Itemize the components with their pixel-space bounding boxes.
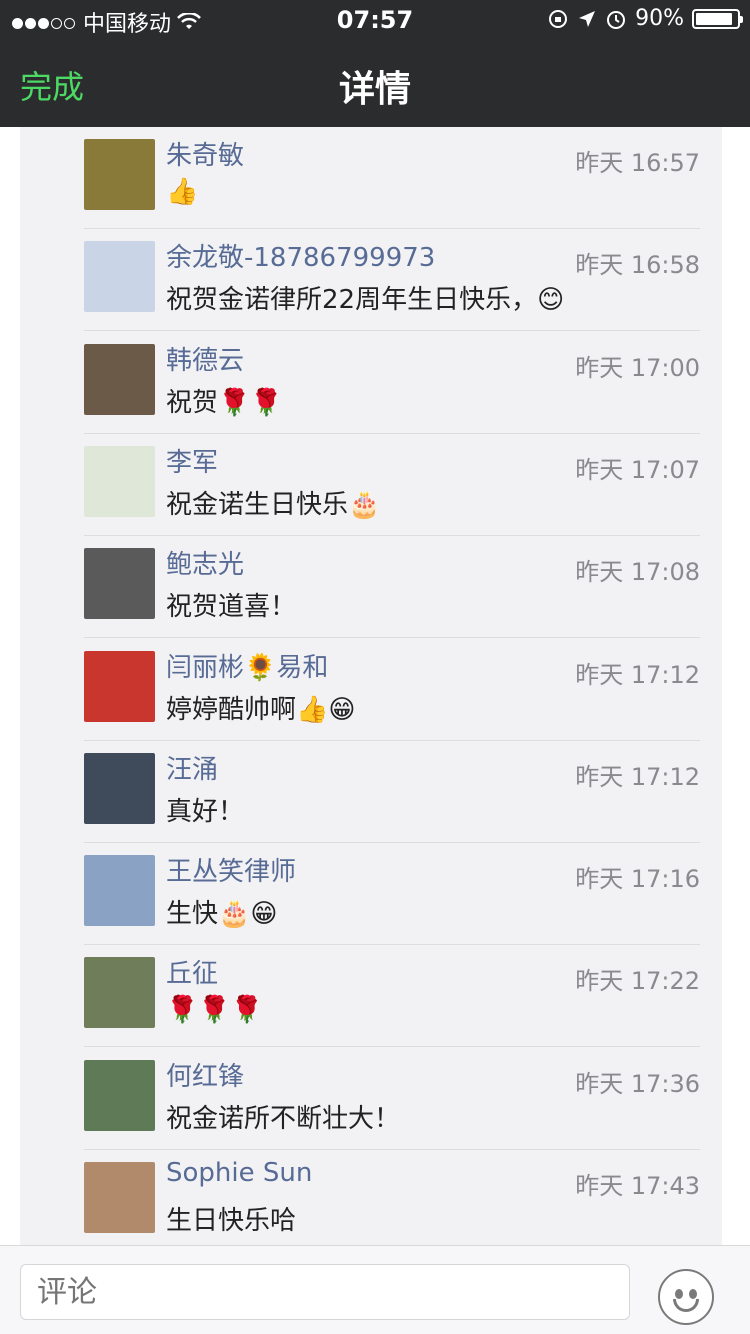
commenter-name[interactable]: Sophie Sun	[166, 1158, 312, 1188]
commenter-name[interactable]: 汪涌	[166, 749, 218, 786]
avatar[interactable]	[84, 1162, 155, 1233]
rotation-lock-icon	[549, 9, 568, 28]
page-title: 详情	[338, 69, 411, 110]
comment-time: 昨天 17:00	[575, 353, 700, 382]
battery-icon	[692, 8, 743, 29]
comment-time: 昨天 17:08	[575, 558, 700, 587]
top-bar: 中国移动 07:57 90% 完成 详情	[0, 0, 750, 127]
comment-text: 祝金诺所不断壮大！	[166, 1103, 401, 1134]
comment-time: 昨天 16:57	[575, 149, 700, 177]
comment-time: 昨天 17:22	[575, 967, 700, 996]
commenter-name[interactable]: 余龙敬-18786799973	[166, 237, 435, 274]
comment-time: 昨天 17:16	[575, 865, 700, 894]
avatar[interactable]	[84, 139, 155, 210]
battery-percent: 90%	[635, 6, 684, 31]
comment-row: 韩德云 昨天 17:00 祝贺🌹🌹	[84, 332, 700, 434]
comment-text: 祝贺金诺律所22周年生日快乐，😊	[166, 285, 565, 316]
avatar[interactable]	[84, 445, 155, 517]
avatar[interactable]	[84, 241, 155, 313]
comment-row: 闫丽彬🌻易和 昨天 17:12 婷婷酷帅啊👍😁	[84, 639, 700, 741]
comment-text: 祝贺🌹🌹	[166, 387, 283, 418]
comment-row: 朱奇敏 昨天 16:57 👍	[84, 127, 700, 229]
comment-bar	[0, 1245, 750, 1334]
comments-list[interactable]: 朱奇敏 昨天 16:57 👍 余龙敬-18786799973 昨天 16:58 祝贺金诺律…	[20, 127, 722, 1245]
avatar[interactable]	[84, 855, 155, 927]
comment-row: 鲍志光 昨天 17:08 祝贺道喜！	[84, 536, 700, 639]
avatar[interactable]	[84, 343, 155, 415]
commenter-name[interactable]: 王丛笑律师	[166, 851, 296, 888]
avatar[interactable]	[84, 548, 155, 620]
status-bar: 中国移动 07:57 90%	[0, 0, 750, 40]
status-right: 90%	[547, 6, 743, 31]
comment-row: 何红锋 昨天 17:36 祝金诺所不断壮大！	[84, 1048, 700, 1150]
commenter-name[interactable]: 李军	[166, 442, 218, 479]
comment-text: 祝贺道喜！	[166, 592, 297, 623]
comment-text: 生日快乐哈	[166, 1206, 297, 1236]
comment-time: 昨天 17:07	[575, 455, 700, 484]
comment-text: 婷婷酷帅啊👍😁	[166, 694, 356, 725]
commenter-name[interactable]: 闫丽彬🌻易和	[166, 647, 328, 684]
comment-time: 昨天 16:58	[575, 251, 700, 280]
comment-row: 汪涌 昨天 17:12 真好！	[84, 741, 700, 843]
commenter-name[interactable]: 朱奇敏	[166, 135, 244, 172]
comment-row: 丘征 昨天 17:22 🌹🌹🌹	[84, 945, 700, 1048]
location-arrow-icon	[579, 10, 596, 27]
emoji-face-icon[interactable]	[658, 1269, 714, 1325]
avatar[interactable]	[84, 957, 155, 1029]
comment-text: 🌹🌹🌹	[166, 995, 264, 1026]
comment-text: 祝金诺生日快乐🎂	[166, 489, 381, 520]
comment-row: Sophie Sun 昨天 17:43 生日快乐哈	[84, 1150, 700, 1245]
commenter-name[interactable]: 韩德云	[166, 340, 244, 377]
comment-row: 李军 昨天 17:07 祝金诺生日快乐🎂	[84, 434, 700, 536]
avatar[interactable]	[84, 752, 155, 824]
comment-text: 👍	[166, 177, 199, 207]
comment-row: 王丛笑律师 昨天 17:16 生快🎂😁	[84, 843, 700, 946]
comment-row: 余龙敬-18786799973 昨天 16:58 祝贺金诺律所22周年生日快乐，😊	[84, 229, 700, 332]
commenter-name[interactable]: 何红锋	[166, 1056, 244, 1093]
commenter-name[interactable]: 丘征	[166, 953, 218, 990]
avatar[interactable]	[84, 650, 155, 722]
comment-text: 真好！	[166, 796, 245, 827]
alarm-icon	[607, 10, 626, 29]
comment-input[interactable]	[20, 1264, 630, 1320]
navigation-bar: 完成 详情	[0, 40, 750, 127]
comment-text: 生快🎂😁	[166, 899, 278, 930]
avatar[interactable]	[84, 1059, 155, 1131]
comment-time: 昨天 17:36	[575, 1069, 700, 1098]
commenter-name[interactable]: 鲍志光	[166, 544, 244, 581]
comment-time: 昨天 17:12	[575, 762, 700, 791]
comment-time: 昨天 17:12	[575, 660, 700, 689]
comment-time: 昨天 17:43	[575, 1172, 700, 1200]
